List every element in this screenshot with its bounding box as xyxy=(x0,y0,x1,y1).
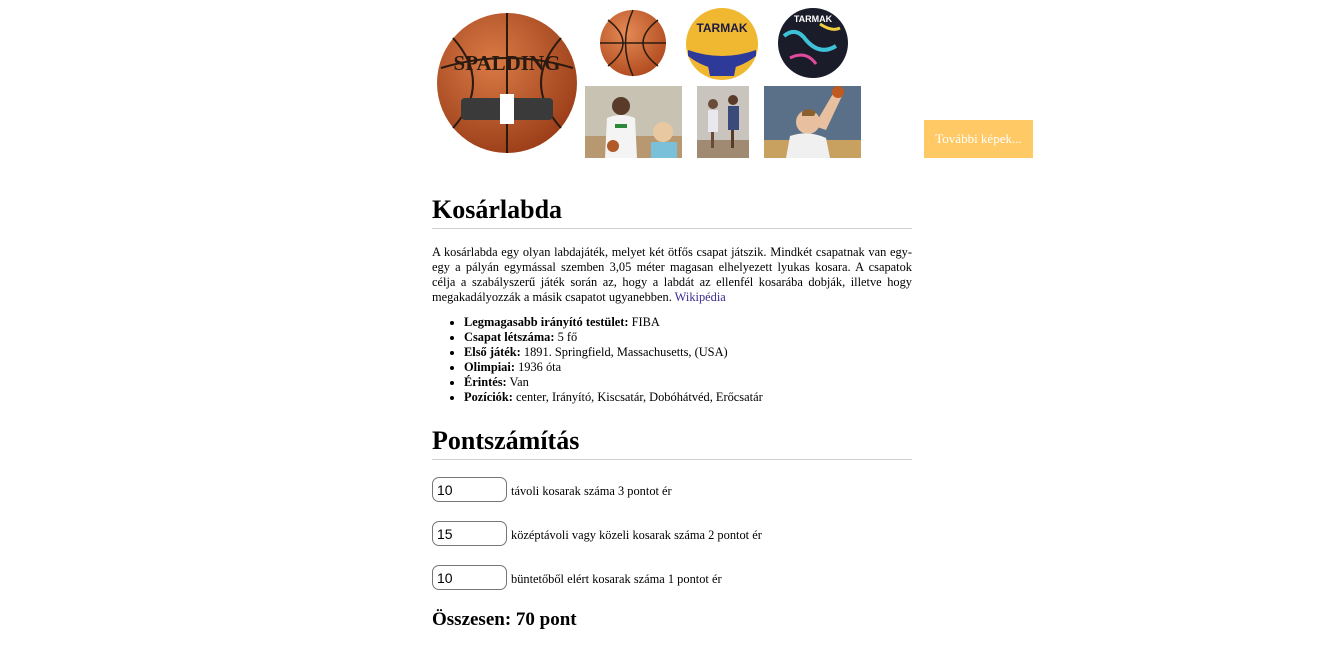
tarmak-logo-text: TARMAK xyxy=(696,21,747,35)
list-item: Pozíciók: center, Irányító, Kiscsatár, D… xyxy=(464,390,912,405)
fact-label: Érintés: xyxy=(464,375,507,389)
fact-label: Első játék: xyxy=(464,345,521,359)
article-title: Kosárlabda xyxy=(432,194,912,229)
scoring-form: távoli kosarak száma 3 pontot ér középtá… xyxy=(432,476,912,591)
fact-value: 1936 óta xyxy=(518,360,562,374)
total-score: Összesen: 70 pont xyxy=(432,609,577,630)
score-row-free-throws: büntetőből elért kosarak száma 1 pontot … xyxy=(432,564,912,591)
free-throws-label: büntetőből elért kosarak száma 1 pontot … xyxy=(511,572,722,586)
list-item: Első játék: 1891. Springfield, Massachus… xyxy=(464,345,912,360)
wikipedia-link[interactable]: Wikipédia xyxy=(675,290,726,304)
scoring-title: Pontszámítás xyxy=(432,425,912,460)
orange-ball-image[interactable] xyxy=(598,8,668,78)
fact-label: Pozíciók: xyxy=(464,390,513,404)
more-images-button[interactable]: További képek... xyxy=(924,120,1033,158)
hardground-logo-text: TARMAK xyxy=(794,14,833,24)
fact-value: Van xyxy=(509,375,529,389)
tarmak-hardground-ball-image[interactable]: TARMAK xyxy=(776,6,850,80)
fact-value: 1891. Springfield, Massachusetts, (USA) xyxy=(523,345,728,359)
description-text: A kosárlabda egy olyan labdajáték, melye… xyxy=(432,245,912,304)
list-item: Legmagasabb irányító testület: FIBA xyxy=(464,315,912,330)
fact-label: Olimpiai: xyxy=(464,360,515,374)
fact-label: Csapat létszáma: xyxy=(464,330,555,344)
three-pointers-input[interactable] xyxy=(432,477,507,502)
two-pointers-label: középtávoli vagy közeli kosarak száma 2 … xyxy=(511,528,762,542)
list-item: Olimpiai: 1936 óta xyxy=(464,360,912,375)
article-description: A kosárlabda egy olyan labdajáték, melye… xyxy=(432,245,912,305)
player-white-jersey-image[interactable] xyxy=(585,86,682,158)
two-pointers-input[interactable] xyxy=(432,521,507,546)
fact-value: FIBA xyxy=(631,315,660,329)
main-content: Kosárlabda A kosárlabda egy olyan labdaj… xyxy=(432,194,912,631)
three-pointers-label: távoli kosarak száma 3 pontot ér xyxy=(511,484,672,498)
fact-value: center, Irányító, Kiscsatár, Dobóhátvéd,… xyxy=(515,390,763,404)
spalding-ball-image[interactable]: SPALDING xyxy=(433,8,581,158)
free-throws-input[interactable] xyxy=(432,565,507,590)
list-item: Érintés: Van xyxy=(464,375,912,390)
player-shooting-image[interactable] xyxy=(764,86,861,158)
tarmak-yellow-ball-image[interactable]: TARMAK xyxy=(684,6,760,82)
score-row-three-pointers: távoli kosarak száma 3 pontot ér xyxy=(432,476,912,503)
facts-list: Legmagasabb irányító testület: FIBA Csap… xyxy=(432,315,912,405)
fact-label: Legmagasabb irányító testület: xyxy=(464,315,629,329)
players-game-image[interactable] xyxy=(697,86,749,158)
fact-value: 5 fő xyxy=(557,330,578,344)
spalding-logo-text: SPALDING xyxy=(454,51,561,75)
score-row-two-pointers: középtávoli vagy közeli kosarak száma 2 … xyxy=(432,520,912,547)
list-item: Csapat létszáma: 5 fő xyxy=(464,330,912,345)
